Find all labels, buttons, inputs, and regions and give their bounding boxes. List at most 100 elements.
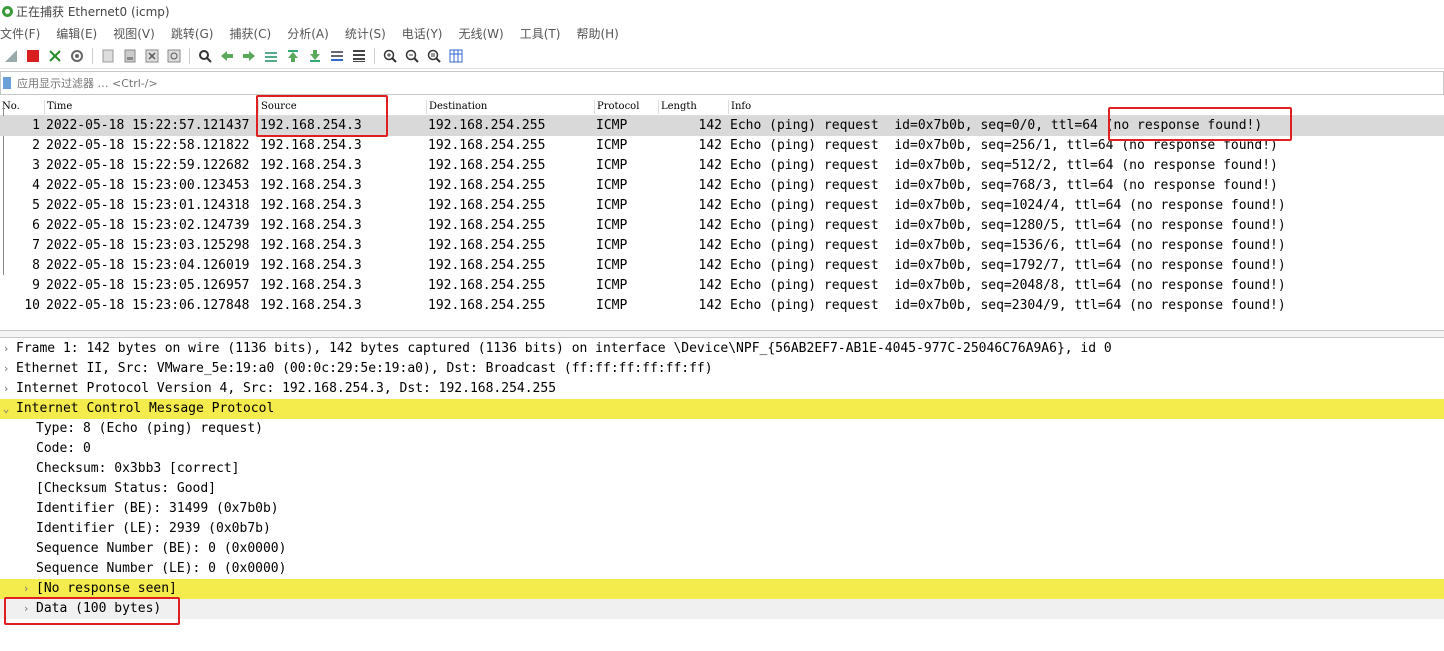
go-first-packet-icon[interactable] [285, 48, 301, 64]
packet-cell-info: Echo (ping) request id=0x7b0b, seq=1792/… [730, 258, 1286, 273]
packet-cell-destination: 192.168.254.255 [428, 118, 546, 133]
menu-tools[interactable]: 工具(T) [520, 25, 561, 42]
display-filter-input[interactable] [17, 76, 1317, 90]
packet-cell-length: 142 [698, 258, 722, 273]
detail-tree-item[interactable]: › [No response seen] [0, 579, 1444, 599]
packet-cell-protocol: ICMP [596, 218, 628, 233]
menu-wireless[interactable]: 无线(W) [459, 25, 504, 42]
window-title: 正在捕获 Ethernet0 (icmp) [16, 4, 170, 19]
detail-tree-label: Identifier (BE): 31499 (0x7b0b) [36, 501, 279, 516]
reload-file-icon[interactable] [166, 48, 182, 64]
detail-tree-label: Ethernet II, Src: VMware_5e:19:a0 (00:0c… [16, 361, 713, 376]
detail-tree-item[interactable]: › Data (100 bytes) [0, 599, 1444, 619]
packet-cell-info: Echo (ping) request id=0x7b0b, seq=768/3… [730, 178, 1278, 193]
detail-tree-label: Frame 1: 142 bytes on wire (1136 bits), … [16, 341, 1112, 356]
detail-tree-item[interactable]: Code: 0 [0, 439, 1444, 459]
column-header-info[interactable]: Info [728, 100, 751, 114]
packet-cell-destination: 192.168.254.255 [428, 138, 546, 153]
menu-capture[interactable]: 捕获(C) [229, 25, 271, 42]
collapsed-arrow-icon[interactable]: › [1, 339, 11, 359]
packet-row[interactable]: 9 2022-05-18 15:23:05.126957 192.168.254.3… [0, 276, 1444, 296]
packet-row[interactable]: 7 2022-05-18 15:23:03.125298 192.168.254.3… [0, 236, 1444, 256]
zoom-out-icon[interactable] [404, 48, 420, 64]
packet-cell-no: 9 [32, 278, 40, 293]
column-header-time[interactable]: Time [44, 100, 72, 114]
detail-tree-item[interactable]: Sequence Number (LE): 0 (0x0000) [0, 559, 1444, 579]
collapsed-arrow-icon[interactable]: › [21, 579, 31, 599]
save-file-icon[interactable] [122, 48, 138, 64]
go-forward-icon[interactable] [241, 48, 257, 64]
title-bar: 正在捕获 Ethernet0 (icmp) [0, 0, 1444, 22]
find-packet-icon[interactable] [197, 48, 213, 64]
packet-cell-no: 10 [24, 298, 40, 313]
packet-cell-length: 142 [698, 118, 722, 133]
collapsed-arrow-icon[interactable]: › [1, 359, 11, 379]
packet-cell-no: 6 [32, 218, 40, 233]
packet-cell-source: 192.168.254.3 [260, 278, 362, 293]
packet-cell-destination: 192.168.254.255 [428, 298, 546, 313]
go-to-packet-icon[interactable] [263, 48, 279, 64]
packet-cell-destination: 192.168.254.255 [428, 258, 546, 273]
menu-edit[interactable]: 编辑(E) [56, 25, 97, 42]
menu-go[interactable]: 跳转(G) [171, 25, 214, 42]
packet-cell-source: 192.168.254.3 [260, 178, 362, 193]
column-header-source[interactable]: Source [258, 100, 297, 114]
menu-analyze[interactable]: 分析(A) [287, 25, 329, 42]
collapsed-arrow-icon[interactable]: › [1, 379, 11, 399]
detail-tree-item[interactable]: › Internet Protocol Version 4, Src: 192.1… [0, 379, 1444, 399]
packet-row[interactable]: 3 2022-05-18 15:22:59.122682 192.168.254.3… [0, 156, 1444, 176]
open-file-icon[interactable] [100, 48, 116, 64]
packet-cell-info: Echo (ping) request id=0x7b0b, seq=2048/… [730, 278, 1286, 293]
packet-cell-protocol: ICMP [596, 138, 628, 153]
collapsed-arrow-icon[interactable]: › [21, 599, 31, 619]
toolbar-separator [189, 48, 190, 64]
detail-tree-item[interactable]: [Checksum Status: Good] [0, 479, 1444, 499]
go-last-packet-icon[interactable] [307, 48, 323, 64]
capture-options-icon[interactable] [69, 48, 85, 64]
detail-tree-item[interactable]: Checksum: 0x3bb3 [correct] [0, 459, 1444, 479]
detail-tree-item[interactable]: Identifier (LE): 2939 (0x0b7b) [0, 519, 1444, 539]
detail-tree-item[interactable]: Type: 8 (Echo (ping) request) [0, 419, 1444, 439]
go-back-icon[interactable] [219, 48, 235, 64]
detail-tree-item[interactable]: Identifier (BE): 31499 (0x7b0b) [0, 499, 1444, 519]
detail-tree-item[interactable]: ⌄ Internet Control Message Protocol [0, 399, 1444, 419]
autoscroll-icon[interactable] [329, 48, 345, 64]
resize-columns-icon[interactable] [448, 48, 464, 64]
menu-help[interactable]: 帮助(H) [576, 25, 618, 42]
detail-tree-item[interactable]: › Ethernet II, Src: VMware_5e:19:a0 (00:0… [0, 359, 1444, 379]
packet-row[interactable]: 5 2022-05-18 15:23:01.124318 192.168.254.3… [0, 196, 1444, 216]
menu-view[interactable]: 视图(V) [113, 25, 155, 42]
packet-row[interactable]: 2 2022-05-18 15:22:58.121822 192.168.254.3… [0, 136, 1444, 156]
packet-cell-time: 2022-05-18 15:23:04.126019 [46, 258, 250, 273]
start-capture-icon[interactable] [3, 48, 19, 64]
packet-cell-destination: 192.168.254.255 [428, 278, 546, 293]
packet-row[interactable]: 1 2022-05-18 15:22:57.121437 192.168.254.3… [0, 116, 1444, 136]
expanded-arrow-icon[interactable]: ⌄ [1, 399, 11, 419]
packet-row[interactable]: 8 2022-05-18 15:23:04.126019 192.168.254.3… [0, 256, 1444, 276]
bookmark-icon[interactable] [3, 77, 11, 89]
column-header-destination[interactable]: Destination [426, 100, 487, 114]
menu-telephony[interactable]: 电话(Y) [402, 25, 443, 42]
packet-row[interactable]: 4 2022-05-18 15:23:00.123453 192.168.254.3… [0, 176, 1444, 196]
colorize-icon[interactable] [351, 48, 367, 64]
packet-row[interactable]: 10 2022-05-18 15:23:06.127848 192.168.254.… [0, 296, 1444, 316]
packet-cell-no: 5 [32, 198, 40, 213]
detail-tree-item[interactable]: › Frame 1: 142 bytes on wire (1136 bits),… [0, 339, 1444, 359]
stop-capture-icon[interactable] [25, 48, 41, 64]
pane-splitter[interactable] [0, 330, 1444, 338]
detail-tree-item[interactable]: Sequence Number (BE): 0 (0x0000) [0, 539, 1444, 559]
restart-capture-icon[interactable] [47, 48, 63, 64]
detail-tree-label: Internet Control Message Protocol [16, 401, 275, 416]
packet-cell-time: 2022-05-18 15:23:00.123453 [46, 178, 250, 193]
column-header-length[interactable]: Length [658, 100, 697, 114]
main-toolbar [0, 44, 1444, 69]
menu-statistics[interactable]: 统计(S) [345, 25, 386, 42]
packet-row[interactable]: 6 2022-05-18 15:23:02.124739 192.168.254.3… [0, 216, 1444, 236]
zoom-in-icon[interactable] [382, 48, 398, 64]
column-header-protocol[interactable]: Protocol [594, 100, 639, 114]
close-file-icon[interactable] [144, 48, 160, 64]
menu-file[interactable]: 文件(F) [0, 25, 40, 42]
packet-cell-length: 142 [698, 278, 722, 293]
packet-cell-length: 142 [698, 138, 722, 153]
zoom-normal-icon[interactable] [426, 48, 442, 64]
